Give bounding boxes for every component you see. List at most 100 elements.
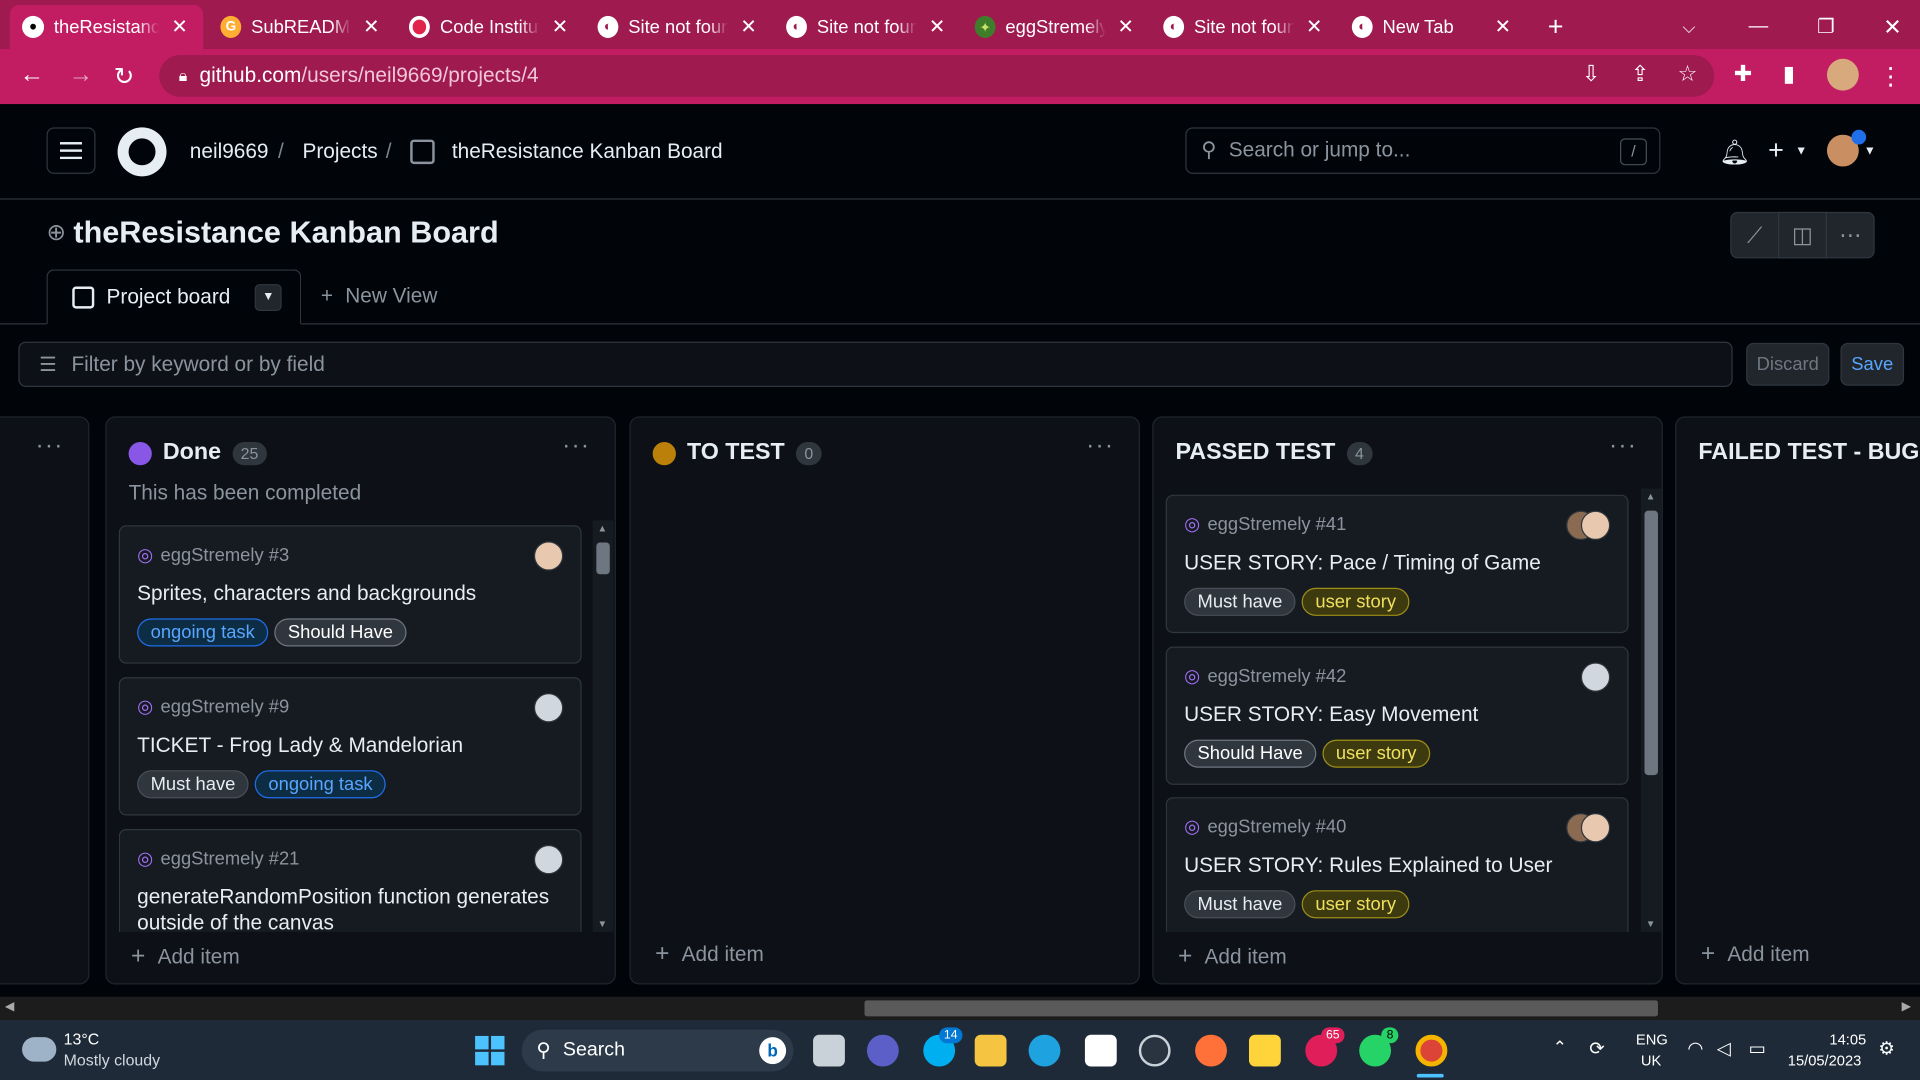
insights-button[interactable]: ⟋ — [1730, 211, 1780, 259]
assignee-avatar[interactable] — [1580, 813, 1611, 843]
card-item[interactable]: ◎ eggStremely #21 generateRandomPosition … — [118, 828, 582, 932]
new-view-button[interactable]: + New View — [321, 284, 438, 308]
view-options-dropdown[interactable]: ▼ — [254, 283, 282, 311]
browser-tab-site-not-found[interactable]: ◐ Site not found ✕ — [1151, 5, 1335, 49]
label-ongoing-task[interactable]: ongoing task — [137, 618, 269, 647]
file-explorer-icon[interactable] — [974, 1034, 1007, 1067]
wifi-icon[interactable]: ◠ — [1687, 1037, 1703, 1059]
slack-icon[interactable]: 65 — [1305, 1027, 1345, 1067]
new-tab-button[interactable]: + — [1536, 5, 1576, 49]
edge-icon[interactable] — [1028, 1034, 1061, 1067]
browser-tab-site-not-found[interactable]: ◐ Site not found ✕ — [774, 5, 958, 49]
side-panel-icon[interactable]: ▮ — [1783, 61, 1795, 87]
card-title[interactable]: generateRandomPosition function generate… — [137, 884, 563, 932]
browser-tab-site-not-found[interactable]: ◐ Site not found ✕ — [585, 5, 769, 49]
tab-project-board[interactable]: Project board ▼ — [46, 269, 302, 325]
microsoft-store-icon[interactable] — [1084, 1034, 1117, 1067]
browser-tab-new-tab[interactable]: ◐ New Tab ✕ — [1340, 5, 1524, 49]
label-ongoing-task[interactable]: ongoing task — [254, 770, 387, 799]
column-scrollbar[interactable]: ▲ ▼ — [592, 520, 614, 932]
close-tab-icon[interactable]: ✕ — [1495, 15, 1511, 39]
notes-app-icon[interactable] — [1248, 1034, 1281, 1067]
show-hidden-icons-icon[interactable]: ⌃ — [1553, 1037, 1567, 1058]
whatsapp-icon[interactable]: 8 — [1359, 1027, 1399, 1067]
breadcrumb-project[interactable]: theResistance Kanban Board — [452, 140, 723, 164]
clock-date[interactable]: 15/05/2023 — [1788, 1052, 1862, 1069]
close-tab-icon[interactable]: ✕ — [1306, 15, 1322, 39]
teams-chat-icon[interactable] — [866, 1034, 899, 1067]
card-item[interactable]: ◎ eggStremely #3 Sprites, characters and … — [118, 525, 582, 664]
label-must-have[interactable]: Must have — [137, 770, 249, 799]
column-scrollbar[interactable]: ▲ ▼ — [1640, 488, 1662, 932]
card-item[interactable]: ◎ eggStremely #40 USER STORY: Rules Expla… — [1165, 797, 1629, 932]
close-tab-icon[interactable]: ✕ — [1117, 15, 1133, 39]
assignee-avatar[interactable] — [533, 693, 564, 723]
label-user-story[interactable]: user story — [1322, 739, 1430, 768]
notifications-bell-icon[interactable]: 🔔︎ — [1719, 137, 1750, 168]
label-should-have[interactable]: Should Have — [274, 618, 407, 647]
install-app-icon[interactable]: ⇩ — [1582, 61, 1600, 87]
notifications-icon[interactable]: ⚙︎ — [1878, 1037, 1894, 1059]
github-logo-icon[interactable] — [117, 127, 167, 177]
close-tab-icon[interactable]: ✕ — [171, 15, 187, 39]
scroll-right-icon[interactable]: ▶ — [1902, 1000, 1911, 1013]
card-title[interactable]: USER STORY: Pace / Timing of Game — [1184, 550, 1610, 576]
label-must-have[interactable]: Must have — [1184, 890, 1296, 919]
scroll-left-icon[interactable]: ◀ — [5, 1000, 14, 1013]
browser-menu-icon[interactable]: ⋮ — [1878, 61, 1902, 92]
create-new-plus-icon[interactable]: + — [1768, 135, 1784, 167]
discard-button[interactable]: Discard — [1746, 342, 1830, 386]
address-bar[interactable]: 🔒︎ github.com/users/neil9669/projects/4 — [159, 55, 1715, 97]
reload-icon[interactable]: ↻ — [114, 61, 135, 92]
card-title[interactable]: USER STORY: Rules Explained to User — [1184, 852, 1610, 878]
sync-icon[interactable]: ⟳ — [1589, 1037, 1604, 1059]
close-tab-icon[interactable]: ✕ — [552, 15, 568, 39]
taskbar-search-input[interactable]: ⚲ Search b — [521, 1029, 794, 1072]
card-title[interactable]: Sprites, characters and backgrounds — [137, 580, 563, 606]
card-title[interactable]: TICKET - Frog Lady & Mandelorian — [137, 732, 563, 758]
lang-code[interactable]: ENG — [1636, 1031, 1668, 1048]
clock-time[interactable]: 14:05 — [1829, 1031, 1866, 1048]
weather-desc[interactable]: Mostly cloudy — [64, 1051, 160, 1069]
restore-icon[interactable]: ❐ — [1805, 5, 1847, 49]
close-tab-icon[interactable]: ✕ — [363, 15, 379, 39]
card-item[interactable]: ◎ eggStremely #42 USER STORY: Easy Moveme… — [1165, 646, 1629, 785]
scrollbar-thumb[interactable] — [1644, 510, 1658, 776]
add-item-button[interactable]: + Add item — [131, 943, 240, 971]
column-menu-icon[interactable]: ··· — [1086, 432, 1114, 460]
weather-temp[interactable]: 13°C — [64, 1030, 100, 1048]
bookmark-star-icon[interactable]: ☆ — [1678, 61, 1698, 87]
add-item-button[interactable]: + Add item — [1701, 940, 1810, 968]
assignee-avatar[interactable] — [533, 541, 564, 571]
firefox-icon[interactable] — [1195, 1034, 1227, 1067]
skype-icon[interactable]: 14 — [923, 1027, 963, 1067]
browser-tab-theresistance[interactable]: ● theResistance ✕ — [9, 4, 204, 49]
volume-icon[interactable]: ◁ — [1717, 1037, 1731, 1059]
search-input[interactable]: ⚲ Search or jump to... / — [1185, 127, 1661, 174]
dell-icon[interactable] — [1138, 1034, 1171, 1067]
browser-tab-eggstremely[interactable]: ✦ eggStremely ✕ — [962, 5, 1146, 49]
back-icon[interactable]: ← — [20, 61, 44, 89]
column-menu-icon[interactable]: ··· — [36, 432, 64, 460]
scrollbar-thumb[interactable] — [864, 1000, 1658, 1017]
share-icon[interactable]: ⇪ — [1631, 61, 1649, 87]
tab-search-icon[interactable]: ⌵ — [1670, 5, 1708, 49]
windows-start-icon[interactable] — [475, 1035, 505, 1066]
label-should-have[interactable]: Should Have — [1184, 739, 1317, 768]
label-user-story[interactable]: user story — [1301, 890, 1410, 919]
minimize-icon[interactable]: — — [1736, 5, 1780, 49]
label-must-have[interactable]: Must have — [1184, 587, 1296, 616]
browser-tab-code-institute[interactable]: Code Institute ✕ — [397, 5, 581, 49]
card-item[interactable]: ◎ eggStremely #41 USER STORY: Pace / Timi… — [1165, 494, 1629, 634]
project-menu-button[interactable]: ⋯ — [1825, 211, 1875, 259]
close-tab-icon[interactable]: ✕ — [929, 15, 945, 39]
filter-input[interactable]: ☰ Filter by keyword or by field — [18, 341, 1733, 387]
breadcrumb-projects[interactable]: Projects — [302, 140, 377, 164]
breadcrumb-user[interactable]: neil9669 — [190, 140, 269, 164]
side-panel-button[interactable]: ◫ — [1777, 211, 1827, 259]
profile-avatar[interactable] — [1826, 58, 1859, 91]
add-item-button[interactable]: + Add item — [655, 940, 764, 968]
forward-icon[interactable]: → — [69, 61, 93, 89]
scrollbar-thumb[interactable] — [596, 542, 610, 575]
card-item[interactable]: ◎ eggStremely #9 TICKET - Frog Lady & Man… — [118, 677, 582, 816]
